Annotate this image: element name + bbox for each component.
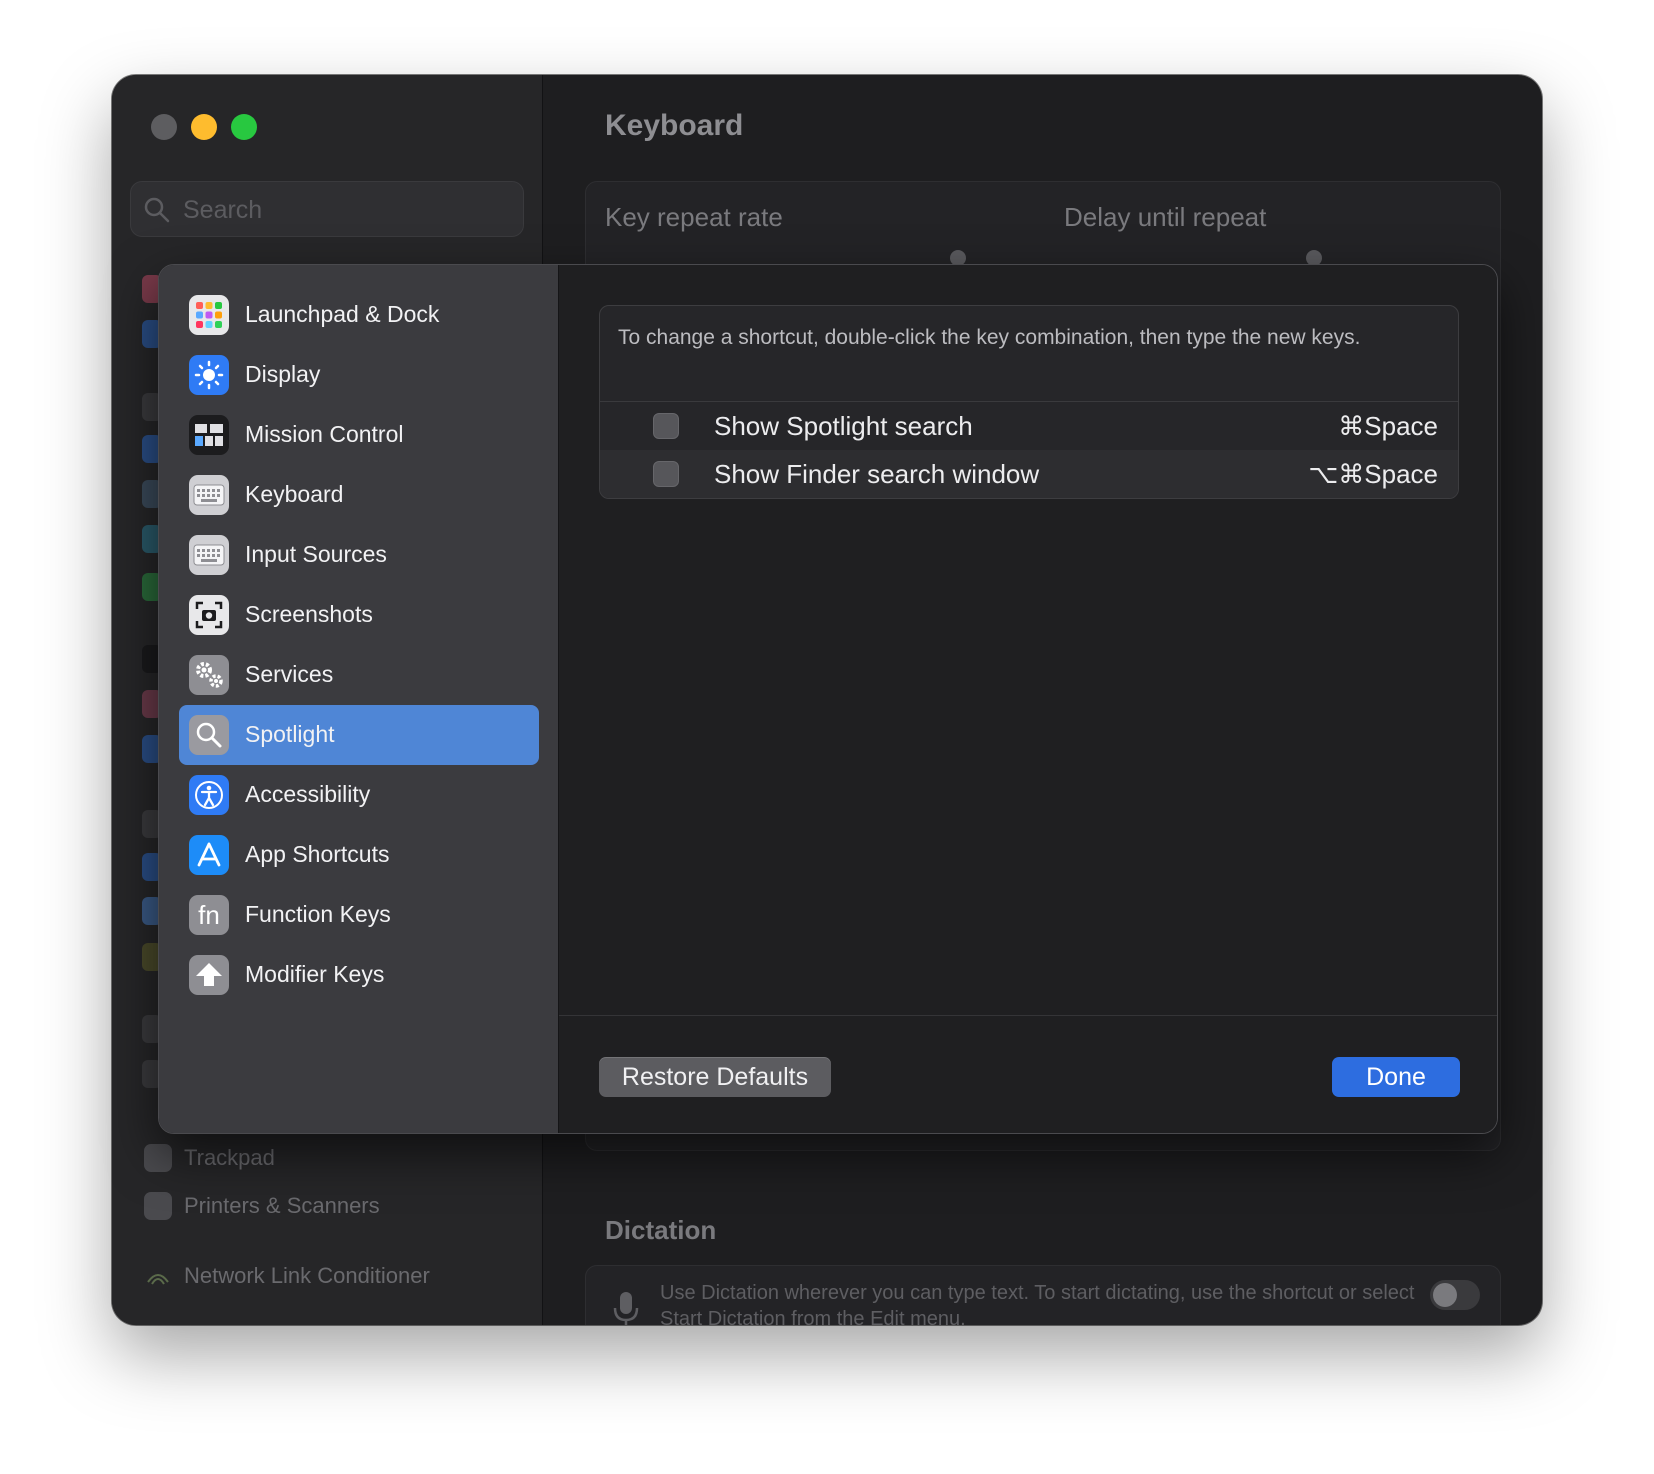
display-icon	[189, 355, 229, 395]
gears-icon	[189, 655, 229, 695]
sidebar-item-app-shortcuts[interactable]: App Shortcuts	[179, 825, 539, 885]
shortcut-keys[interactable]: ⌥⌘Space	[1308, 459, 1438, 490]
sidebar-item-input-sources[interactable]: Input Sources	[179, 525, 539, 585]
close-button[interactable]	[151, 114, 177, 140]
spotlight-icon	[189, 715, 229, 755]
sidebar-item-label: Network Link Conditioner	[184, 1263, 430, 1288]
shortcuts-panel: To change a shortcut, double-click the k…	[599, 305, 1459, 499]
sidebar-item-label: Keyboard	[245, 481, 344, 507]
sidebar-item-keyboard[interactable]: Keyboard	[179, 465, 539, 525]
search-icon	[144, 197, 170, 223]
sidebar-item-screenshots[interactable]: Screenshots	[179, 585, 539, 645]
done-button[interactable]: Done	[1332, 1057, 1460, 1097]
restore-defaults-button[interactable]: Restore Defaults	[599, 1057, 831, 1097]
dictation-description: Use Dictation wherever you can type text…	[660, 1282, 1415, 1325]
sidebar-item-accessibility[interactable]: Accessibility	[179, 765, 539, 825]
shortcut-row[interactable]: Show Spotlight search ⌘Space	[600, 402, 1458, 450]
search-placeholder: Search	[183, 196, 263, 224]
sidebar-item-modifier-keys[interactable]: Modifier Keys	[179, 945, 539, 1005]
page-title: Keyboard	[605, 109, 744, 142]
app-store-icon	[189, 835, 229, 875]
shortcuts-content: To change a shortcut, double-click the k…	[559, 265, 1497, 1133]
shortcut-checkbox[interactable]	[653, 461, 679, 487]
shift-arrow-icon	[189, 955, 229, 995]
keyboard-shortcuts-sheet: Launchpad & Dock Display Mission Control…	[158, 264, 1498, 1134]
sidebar-item-label: Screenshots	[245, 601, 373, 627]
sidebar-item-label: Display	[245, 361, 321, 387]
sidebar-item-network-link-conditioner[interactable]: Network Link Conditioner	[144, 1262, 430, 1290]
sidebar-item-spotlight[interactable]: Spotlight	[179, 705, 539, 765]
sidebar-item-label: Mission Control	[245, 421, 404, 447]
mission-control-icon	[189, 415, 229, 455]
sidebar-item-trackpad[interactable]: Trackpad	[144, 1144, 275, 1172]
sidebar-item-label: Accessibility	[245, 781, 371, 807]
printer-icon	[144, 1192, 172, 1220]
shortcut-keys[interactable]: ⌘Space	[1338, 411, 1438, 442]
minimize-button[interactable]	[191, 114, 217, 140]
sidebar-item-printers[interactable]: Printers & Scanners	[144, 1192, 380, 1220]
launchpad-icon	[189, 295, 229, 335]
accessibility-icon	[189, 775, 229, 815]
input-sources-icon	[189, 535, 229, 575]
key-repeat-label: Key repeat rate	[605, 202, 783, 232]
dictation-title: Dictation	[605, 1215, 717, 1245]
sidebar-item-label: App Shortcuts	[245, 841, 390, 867]
sidebar-item-function-keys[interactable]: fn Function Keys	[179, 885, 539, 945]
sidebar-item-label: Launchpad & Dock	[245, 301, 440, 327]
search-field[interactable]: Search	[130, 181, 524, 237]
sidebar-item-label: Services	[245, 661, 334, 687]
sidebar-item-label: Function Keys	[245, 901, 391, 927]
sidebar-item-label: Spotlight	[245, 721, 335, 747]
shortcut-row[interactable]: Show Finder search window ⌥⌘Space	[600, 450, 1458, 498]
instruction-note: To change a shortcut, double-click the k…	[618, 326, 1361, 349]
fn-icon: fn	[189, 895, 229, 935]
delay-until-repeat-label: Delay until repeat	[1064, 202, 1267, 232]
zoom-button[interactable]	[231, 114, 257, 140]
sidebar-item-label: Modifier Keys	[245, 961, 385, 987]
screenshot-icon	[189, 595, 229, 635]
dictation-toggle[interactable]	[1430, 1280, 1480, 1310]
sidebar-item-label: Input Sources	[245, 541, 387, 567]
footer-divider	[559, 1015, 1497, 1016]
sidebar-item-display[interactable]: Display	[179, 345, 539, 405]
trackpad-icon	[144, 1144, 172, 1172]
shortcut-label: Show Spotlight search	[714, 411, 973, 441]
sidebar-item-label: Trackpad	[184, 1145, 275, 1170]
network-icon	[144, 1262, 172, 1290]
sidebar-item-label: Printers & Scanners	[184, 1193, 380, 1218]
sidebar-item-services[interactable]: Services	[179, 645, 539, 705]
microphone-icon	[613, 1292, 639, 1325]
sidebar-item-launchpad-dock[interactable]: Launchpad & Dock	[179, 285, 539, 345]
sidebar-item-mission-control[interactable]: Mission Control	[179, 405, 539, 465]
shortcut-label: Show Finder search window	[714, 459, 1040, 489]
shortcuts-sidebar: Launchpad & Dock Display Mission Control…	[159, 265, 559, 1133]
shortcut-checkbox[interactable]	[653, 413, 679, 439]
keyboard-icon	[189, 475, 229, 515]
